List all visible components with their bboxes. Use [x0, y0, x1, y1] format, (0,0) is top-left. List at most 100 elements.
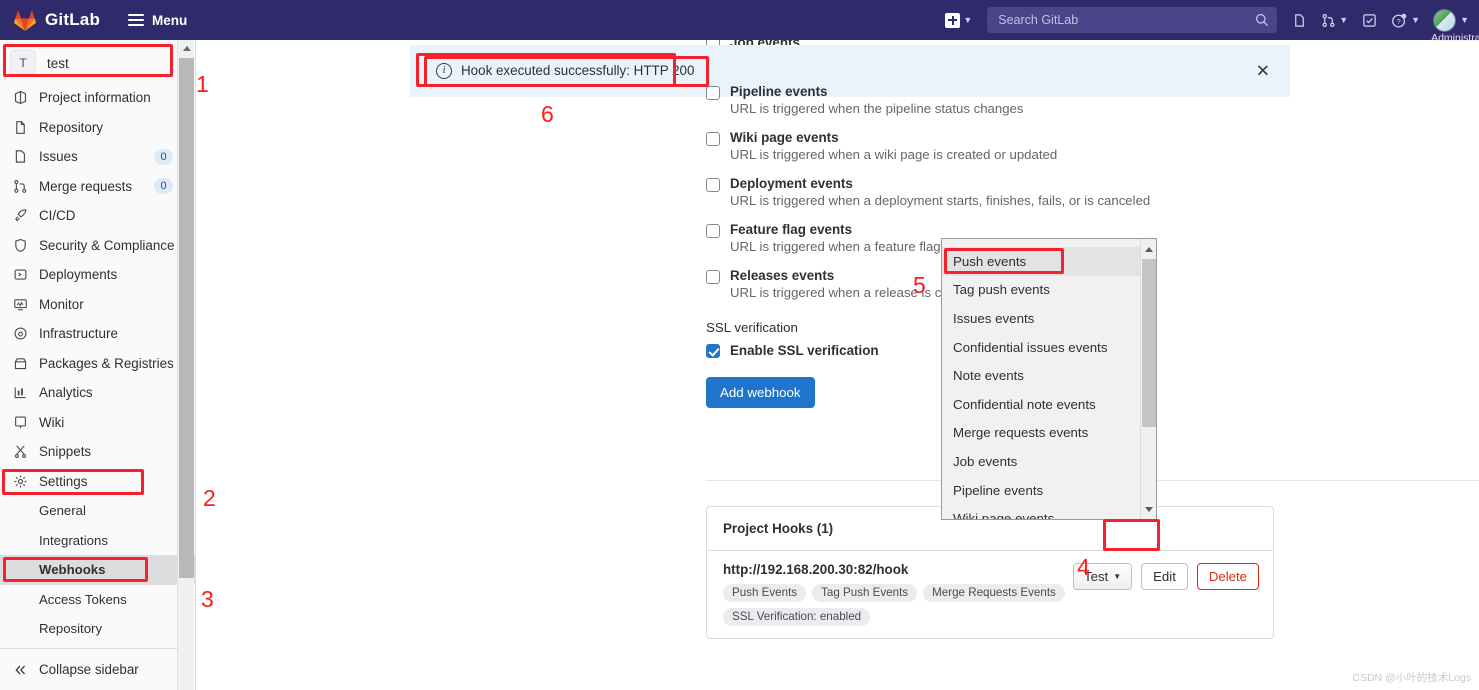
- sidebar-project-header[interactable]: T test: [0, 43, 195, 83]
- user-name-label: Administra: [1431, 31, 1479, 44]
- event-title: Releases events: [730, 268, 835, 283]
- dropdown-item-tag-push-events[interactable]: Tag push events: [942, 276, 1140, 305]
- menu-item-label: Note events: [953, 368, 1024, 384]
- avatar: [1433, 8, 1457, 32]
- dropdown-item-note-events[interactable]: Note events: [942, 361, 1140, 390]
- sidebar-subitem-label: Repository: [39, 621, 103, 637]
- sidebar-item-issues[interactable]: Issues 0: [0, 142, 195, 172]
- sidebar-item-label: Project information: [39, 90, 151, 106]
- sidebar-item-label: Settings: [39, 473, 88, 489]
- sidebar-item-project-information[interactable]: Project information: [0, 83, 195, 113]
- sidebar-item-ci-cd[interactable]: CI/CD: [0, 201, 195, 231]
- menu-item-label: Confidential note events: [953, 396, 1096, 412]
- checkbox-wiki-page-events[interactable]: [706, 132, 720, 146]
- checkbox-feature-flag-events[interactable]: [706, 224, 720, 238]
- scroll-up-arrow-icon[interactable]: [1141, 241, 1156, 257]
- menu-item-label: Wiki page events: [953, 511, 1055, 520]
- event-title: Feature flag events: [730, 222, 853, 237]
- event-title: Deployment events: [730, 176, 853, 191]
- dropdown-item-pipeline-events[interactable]: Pipeline events: [942, 476, 1140, 505]
- issues-nav-button[interactable]: [1285, 0, 1314, 40]
- help-question-icon: ?: [1391, 12, 1408, 29]
- sidebar-item-infrastructure[interactable]: Infrastructure: [0, 319, 195, 349]
- sidebar-item-deployments[interactable]: Deployments: [0, 260, 195, 290]
- dropdown-item-push-events[interactable]: Push events: [942, 247, 1140, 276]
- menu-item-label: Push events: [953, 253, 1027, 269]
- main-menu-button[interactable]: Menu: [128, 13, 187, 28]
- checkbox-releases-events[interactable]: [706, 270, 720, 284]
- sidebar-item-label: Snippets: [39, 444, 92, 460]
- dropdown-list: Push events Tag push events Issues event…: [942, 239, 1140, 519]
- edit-button[interactable]: Edit: [1141, 563, 1188, 590]
- sidebar-item-label: Merge requests: [39, 178, 133, 194]
- sidebar-item-monitor[interactable]: Monitor: [0, 290, 195, 320]
- sidebar-item-packages-registries[interactable]: Packages & Registries: [0, 349, 195, 379]
- new-item-dropdown[interactable]: ▼: [938, 0, 979, 40]
- sidebar-item-webhooks[interactable]: Webhooks: [0, 555, 195, 585]
- scroll-down-arrow-icon[interactable]: [1141, 501, 1156, 517]
- dropdown-scrollbar-thumb[interactable]: [1142, 259, 1156, 427]
- sidebar-item-analytics[interactable]: Analytics: [0, 378, 195, 408]
- info-circle-icon: i: [436, 62, 452, 79]
- app-root: GitLab Menu ▼ Search GitLab ▼ ? ▼ ▼ Admi…: [0, 0, 1479, 690]
- plus-square-icon: [945, 12, 961, 28]
- rocket-icon: [12, 208, 28, 224]
- menu-item-label: Job events: [953, 453, 1018, 469]
- event-title: Wiki page events: [730, 130, 839, 145]
- top-nav-right-group: ▼ Search GitLab ▼ ? ▼ ▼ Administra: [938, 0, 1479, 44]
- top-navigation-bar: GitLab Menu ▼ Search GitLab ▼ ? ▼ ▼ Admi…: [0, 0, 1479, 44]
- dropdown-item-confidential-note-events[interactable]: Confidential note events: [942, 390, 1140, 419]
- user-menu-button[interactable]: ▼ Administra: [1427, 8, 1479, 44]
- delete-button[interactable]: Delete: [1196, 563, 1259, 590]
- sidebar-item-repository[interactable]: Repository: [0, 113, 195, 143]
- sidebar-item-general[interactable]: General: [0, 496, 195, 526]
- status-badge: Tag Push Events: [812, 584, 918, 602]
- help-nav-button[interactable]: ? ▼: [1384, 0, 1427, 40]
- collapse-sidebar-button[interactable]: Collapse sidebar: [0, 648, 195, 690]
- sidebar-item-label: Deployments: [39, 267, 118, 283]
- sidebar-scrollbar[interactable]: [177, 40, 194, 690]
- sidebar-item-wiki[interactable]: Wiki: [0, 408, 195, 438]
- checkbox-enable-ssl-verification[interactable]: [706, 344, 720, 358]
- scroll-up-arrow-icon[interactable]: [178, 40, 195, 56]
- dropdown-item-confidential-issues-events[interactable]: Confidential issues events: [942, 333, 1140, 362]
- add-webhook-button[interactable]: Add webhook: [706, 377, 815, 408]
- main-content: Job events i Hook executed successfully:…: [196, 35, 1479, 690]
- sidebar-item-label: Packages & Registries: [39, 355, 174, 371]
- dropdown-item-job-events[interactable]: Job events: [942, 447, 1140, 476]
- chevron-down-icon: ▼: [1460, 14, 1469, 25]
- sidebar-scrollbar-thumb[interactable]: [179, 58, 194, 578]
- sidebar-item-label: Monitor: [39, 296, 84, 312]
- todos-nav-button[interactable]: [1355, 0, 1384, 40]
- sidebar-item-merge-requests[interactable]: Merge requests 0: [0, 172, 195, 202]
- svg-text:?: ?: [1397, 16, 1401, 25]
- sidebar-item-integrations[interactable]: Integrations: [0, 526, 195, 556]
- sidebar-subitem-label: Webhooks: [39, 562, 106, 578]
- collapse-sidebar-label: Collapse sidebar: [39, 662, 139, 677]
- event-description: URL is triggered when a wiki page is cre…: [730, 147, 1058, 162]
- merge-requests-nav-button[interactable]: ▼: [1314, 0, 1355, 40]
- snippet-scissors-icon: [12, 444, 28, 460]
- gitlab-fox-icon: [14, 10, 36, 31]
- gitlab-logo[interactable]: GitLab: [14, 10, 100, 31]
- checkbox-pipeline-events[interactable]: [706, 86, 720, 100]
- sidebar-item-repository-settings[interactable]: Repository: [0, 614, 195, 644]
- project-name-label: test: [47, 55, 69, 71]
- test-dropdown-button[interactable]: Test ▼: [1073, 563, 1133, 590]
- sidebar-item-settings[interactable]: Settings: [0, 467, 195, 497]
- sidebar-item-access-tokens[interactable]: Access Tokens: [0, 585, 195, 615]
- search-input[interactable]: Search GitLab: [987, 7, 1278, 33]
- deployments-icon: [12, 267, 28, 283]
- dropdown-item-wiki-page-events[interactable]: Wiki page events: [942, 504, 1140, 520]
- search-icon: [1255, 13, 1269, 27]
- alert-message: Hook executed successfully: HTTP 200: [461, 63, 695, 78]
- dropdown-item-merge-requests-events[interactable]: Merge requests events: [942, 419, 1140, 448]
- sidebar-item-snippets[interactable]: Snippets: [0, 437, 195, 467]
- dropdown-item-issues-events[interactable]: Issues events: [942, 304, 1140, 333]
- checkbox-deployment-events[interactable]: [706, 178, 720, 192]
- dropdown-scrollbar[interactable]: [1140, 239, 1156, 519]
- hamburger-icon: [128, 14, 145, 26]
- menu-item-label: Issues events: [953, 310, 1035, 326]
- sidebar-item-label: CI/CD: [39, 208, 76, 224]
- sidebar-item-security-compliance[interactable]: Security & Compliance: [0, 231, 195, 261]
